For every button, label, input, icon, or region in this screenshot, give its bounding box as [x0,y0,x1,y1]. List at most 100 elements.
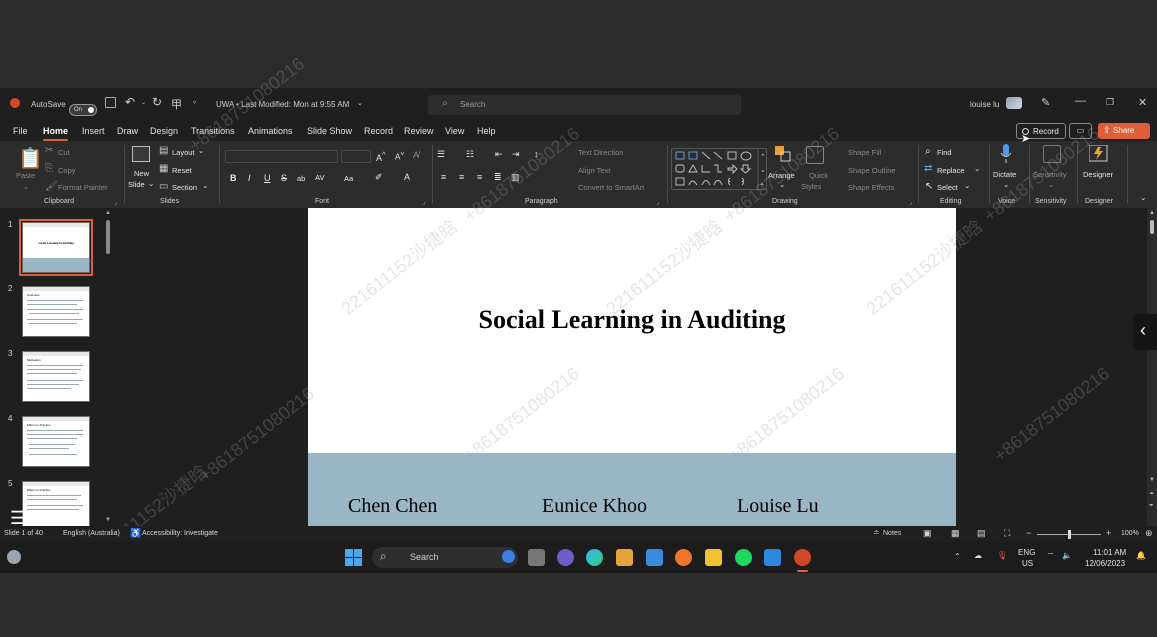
start-icon[interactable] [345,549,362,566]
decrease-font-size-icon[interactable]: A˅ [395,151,404,162]
new-slide-button[interactable]: New [134,169,149,178]
italic-button[interactable]: I [248,173,251,183]
thumbnail-slide-2[interactable]: Overview [22,286,90,337]
dictate-dropdown-icon[interactable]: ⌄ [1003,180,1009,189]
presenter-name[interactable]: Chen Chen [348,495,437,518]
comments-button[interactable]: ▭ [1069,123,1092,139]
tab-animations[interactable]: Animations [248,126,293,136]
font-size-field[interactable] [341,150,371,163]
copy-button[interactable]: Copy [58,166,76,175]
store-icon[interactable] [616,549,633,566]
volume-icon[interactable]: 🔈 [1062,551,1072,560]
paste-icon[interactable]: 📋 [18,146,43,171]
wifi-icon[interactable]: ⌔ [1047,551,1055,561]
layout-dropdown-icon[interactable]: ⌄ [198,146,204,155]
slide-sorter-icon[interactable]: ▦ [951,528,960,539]
thumbnail-slide-1[interactable]: Social Learning in Auditing [19,219,93,276]
tab-slide-show[interactable]: Slide Show [307,126,352,136]
tab-transitions[interactable]: Transitions [191,126,235,136]
spotify-icon[interactable] [735,549,752,566]
tab-help[interactable]: Help [477,126,496,136]
scroll-down-icon[interactable]: ▼ [105,517,111,523]
slide-canvas[interactable]: Social Learning in Auditing Chen Chen Eu… [308,208,956,526]
columns-icon[interactable]: ▥ [511,172,520,183]
user-name[interactable]: louise lu [970,100,999,109]
bullets-icon[interactable]: ☰ [437,149,445,160]
thumbnail-slide-4[interactable]: Effect on Practice [22,416,90,467]
onedrive-icon[interactable]: ☁ [974,551,982,560]
title-dropdown-icon[interactable]: ⌄ [357,99,363,107]
redo-icon[interactable]: ↻ [152,95,162,109]
zoom-level[interactable]: 100% [1121,530,1139,537]
highlight-icon[interactable]: ✐ [375,172,383,183]
thumbnail-slide-5[interactable]: Effect on Practice [22,481,90,532]
quick-styles-button-line2[interactable]: Styles [801,182,821,191]
undo-icon[interactable]: ↶ [125,95,135,109]
tab-design[interactable]: Design [150,126,178,136]
previous-slide-icon[interactable]: ⏶ [1149,491,1154,498]
dictate-button[interactable]: Dictate [993,170,1016,179]
sensitivity-button[interactable]: Sensitivity [1033,170,1067,179]
presenter-name[interactable]: Louise Lu [737,495,819,518]
convert-smartart-button[interactable]: Convert to SmartArt [566,183,644,192]
increase-font-size-icon[interactable]: A^ [376,150,386,163]
shapes-gallery[interactable]: ⌃ ⌄ ⩡ [671,148,767,191]
arrange-dropdown-icon[interactable]: ⌄ [779,180,785,189]
new-slide-icon[interactable] [132,146,150,162]
tab-review[interactable]: Review [404,126,434,136]
reset-button[interactable]: Reset [172,166,192,175]
subscript-button[interactable]: ab [297,174,305,183]
select-button[interactable]: Select [937,183,958,192]
font-launcher-icon[interactable]: ⌟ [422,197,426,206]
font-color-icon[interactable]: A [404,172,410,182]
designer-button[interactable]: Designer [1083,170,1113,179]
quick-styles-button[interactable]: Quick [809,171,828,180]
tab-record[interactable]: Record [364,126,393,136]
scroll-down-icon[interactable]: ▼ [1149,477,1155,483]
replace-dropdown-icon[interactable]: ⌄ [974,164,980,173]
tab-home[interactable]: Home [43,126,69,141]
increase-indent-icon[interactable]: ⇥ [512,149,520,160]
vpn-icon[interactable] [646,549,663,566]
tray-overflow-icon[interactable]: ⌃ [954,552,961,561]
tab-file[interactable]: File [13,126,28,136]
presentation-icon[interactable]: 甲 [171,96,182,112]
shape-fill-button[interactable]: Shape Fill [836,148,881,157]
taskbar-search[interactable]: ⌕ Search [372,547,518,568]
zoom-in-icon[interactable]: + [1106,528,1111,538]
strikethrough-button[interactable]: S [281,173,287,183]
bold-button[interactable]: B [230,173,237,183]
character-spacing-button[interactable]: AV [315,173,324,182]
accessibility-status[interactable]: Accessibility: Investigate [142,530,218,537]
undo-dropdown-icon[interactable]: ⌄ [141,99,146,106]
clear-formatting-icon[interactable]: A̸ [413,150,419,160]
zoom-out-icon[interactable]: − [1026,528,1031,538]
font-name-field[interactable] [225,150,338,163]
tab-view[interactable]: View [445,126,464,136]
language-bottom[interactable]: US [1022,559,1033,568]
avatar[interactable] [1006,97,1022,109]
close-icon[interactable]: ✕ [1138,96,1147,109]
normal-view-icon[interactable]: ▣ [923,528,932,539]
notification-icon[interactable]: 🔔 [1136,551,1146,560]
zoom-slider-handle[interactable] [1068,530,1071,539]
firefox-icon[interactable] [675,549,692,566]
save-icon[interactable] [105,97,116,108]
mic-tray-icon[interactable]: 🎙 [997,551,1007,560]
shape-effects-button[interactable]: Shape Effects [836,183,895,192]
tab-insert[interactable]: Insert [82,126,105,136]
thumbnail-slide-3[interactable]: Motivation [22,351,90,402]
language-status[interactable]: English (Australia) [63,530,120,537]
scroll-up-icon[interactable]: ▲ [105,210,111,216]
pen-icon[interactable]: ✎ [1041,96,1050,109]
justify-icon[interactable]: ≣ [494,172,502,183]
find-button[interactable]: Find [937,148,952,157]
thumbnail-scrollbar[interactable] [106,220,110,254]
paste-button[interactable]: Paste [16,171,35,180]
ribbon-options-icon[interactable]: ⌄ [1140,193,1146,202]
task-view-icon[interactable] [528,549,545,566]
underline-button[interactable]: U [264,173,271,183]
shape-outline-button[interactable]: Shape Outline [836,166,896,175]
numbering-icon[interactable]: ☷ [466,149,474,160]
change-case-button[interactable]: Aa [344,174,353,183]
